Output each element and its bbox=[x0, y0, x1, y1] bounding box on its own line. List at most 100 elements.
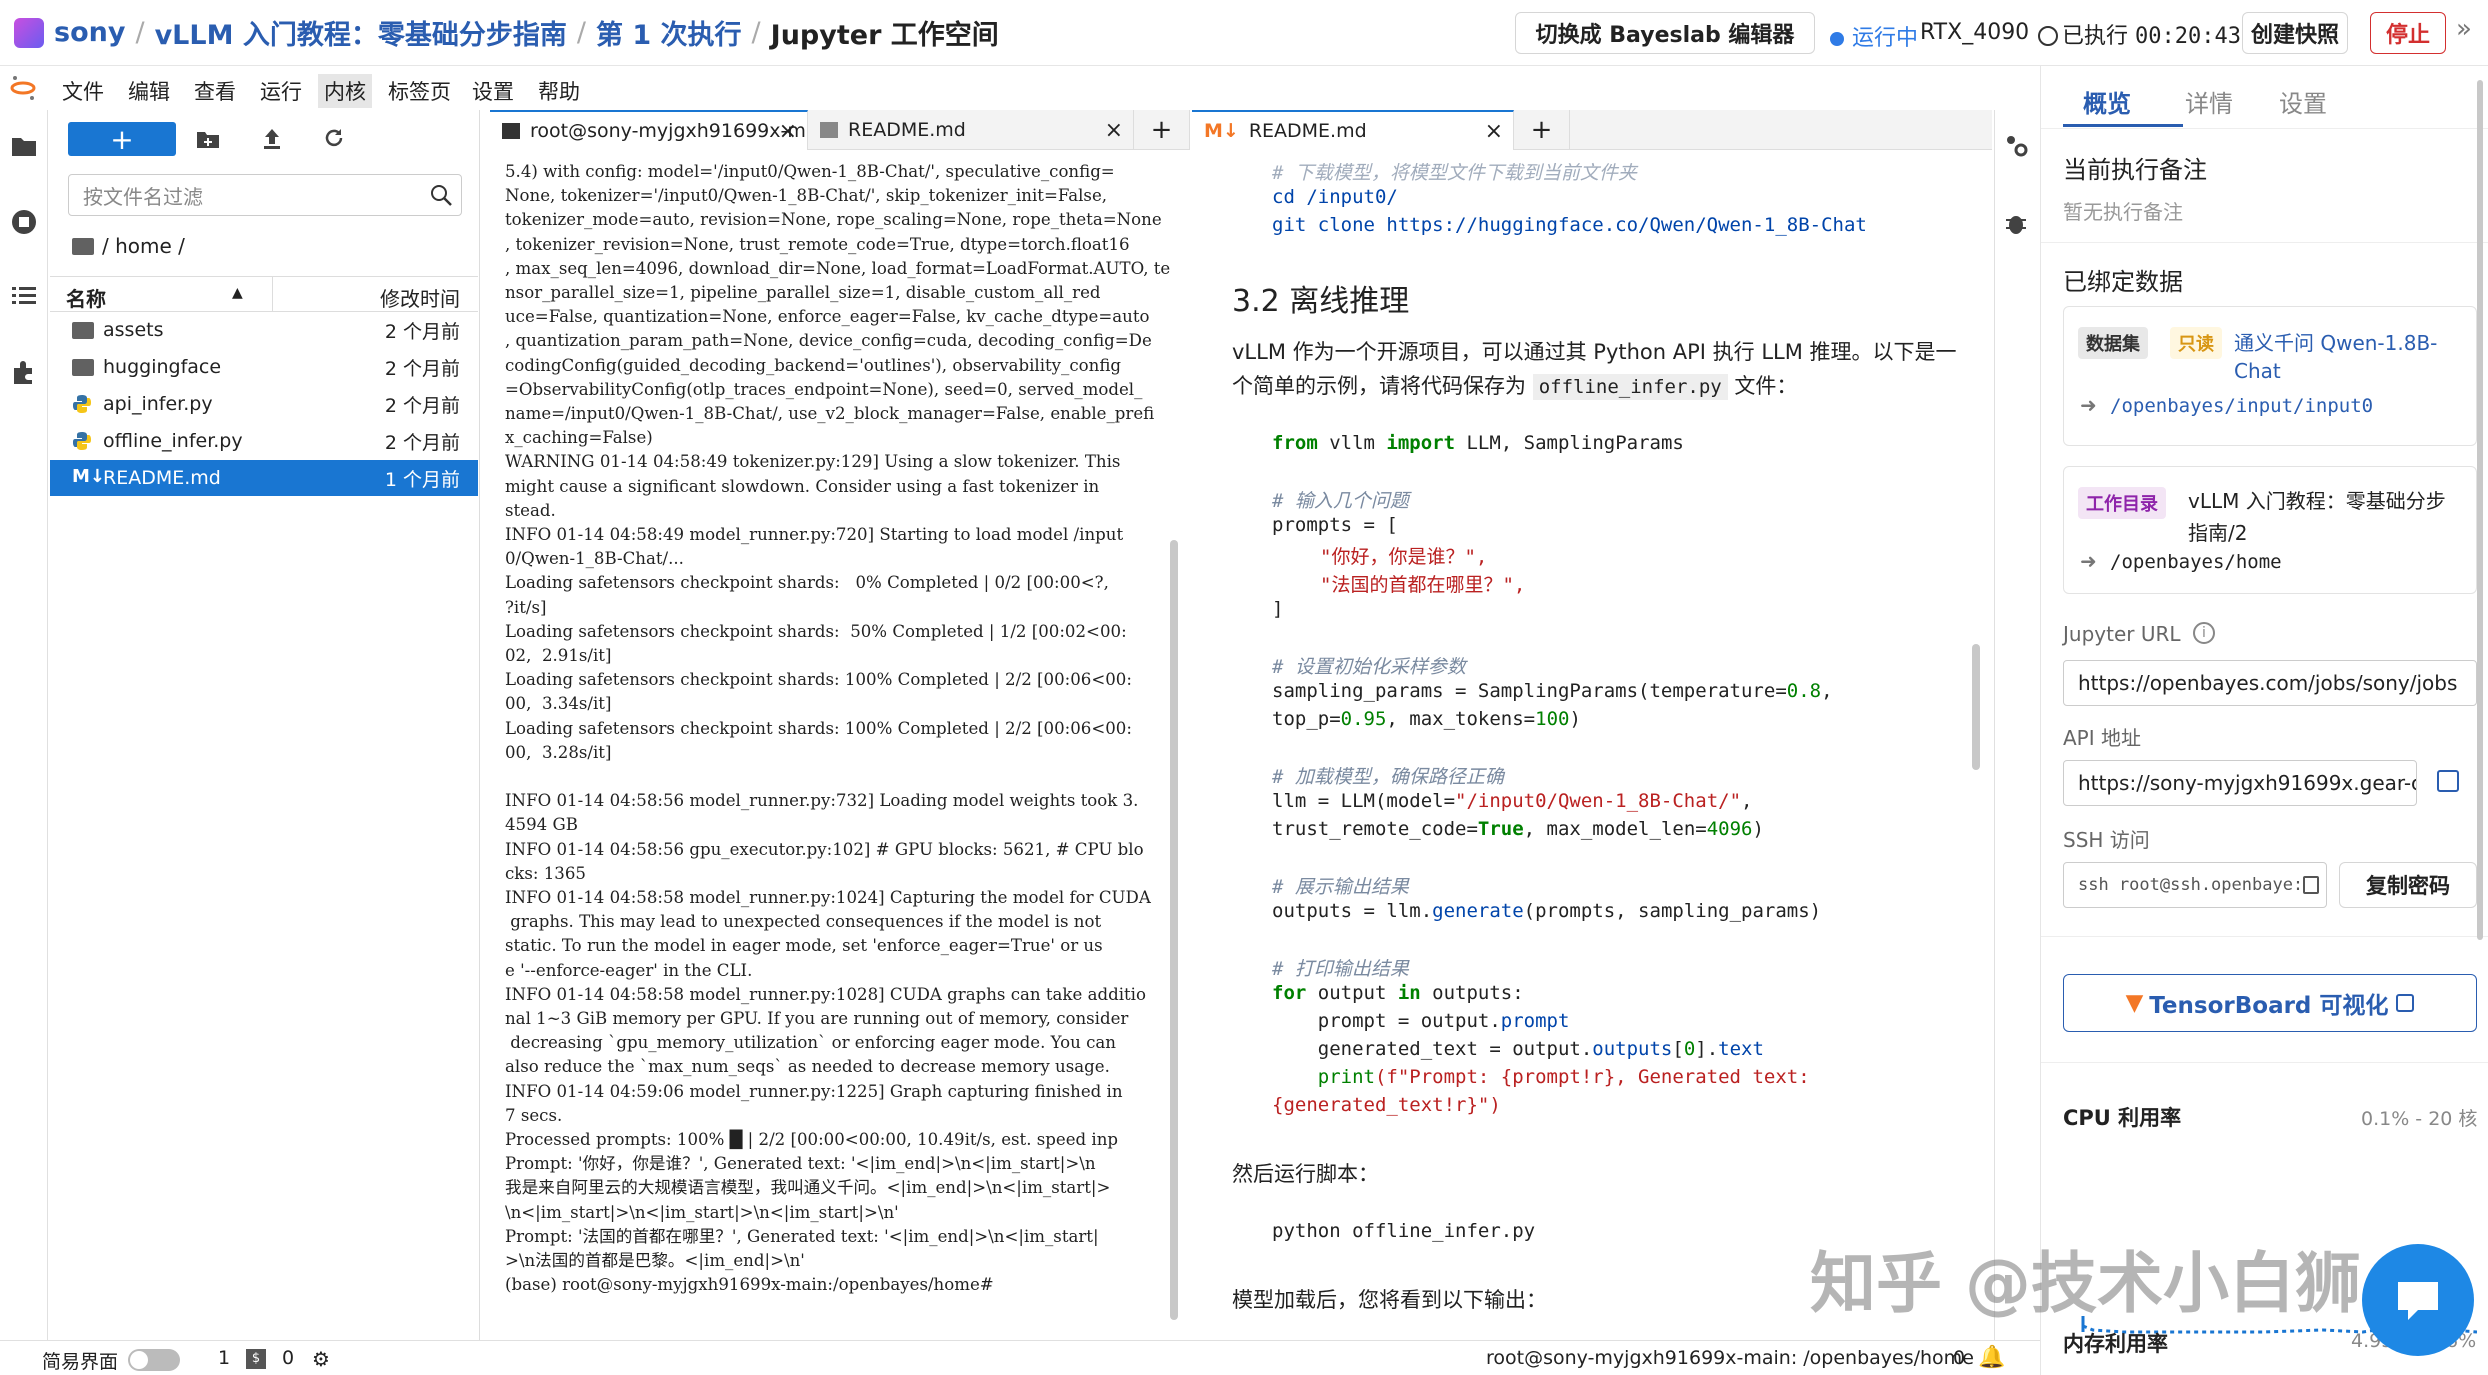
menu-kernel[interactable]: 内核 bbox=[318, 74, 372, 108]
file-modified: 2 个月前 bbox=[384, 320, 460, 343]
arrow-right-icon: ➜ bbox=[2080, 549, 2097, 573]
tab-details[interactable]: 详情 bbox=[2185, 84, 2233, 119]
ssh-command-field[interactable]: ssh root@ssh.openbaye: bbox=[2063, 862, 2327, 908]
code-comment: # 加载模型，确保路径正确 bbox=[1272, 766, 1504, 788]
close-icon[interactable]: × bbox=[1105, 118, 1123, 143]
code-line: llm = LLM(model="/input0/Qwen-1_8B-Chat/… bbox=[1272, 790, 1752, 812]
terminal-line: nal 1~3 GiB memory per GPU. If you are r… bbox=[505, 1009, 1129, 1028]
markdown-scrollbar[interactable] bbox=[1972, 644, 1980, 770]
menu-help[interactable]: 帮助 bbox=[532, 74, 586, 108]
collapse-panel-icon[interactable]: » bbox=[2456, 14, 2472, 44]
bell-icon[interactable]: 🔔 bbox=[1978, 1345, 2005, 1370]
file-filter-input[interactable]: 按文件名过滤 bbox=[68, 174, 462, 216]
panel-scrollbar[interactable] bbox=[2477, 80, 2483, 940]
copy-icon[interactable] bbox=[2303, 876, 2319, 894]
terminal-line: WARNING 01-14 04:58:49 tokenizer.py:129]… bbox=[505, 452, 1121, 472]
menu-tabs[interactable]: 标签页 bbox=[382, 74, 457, 108]
chat-support-button[interactable] bbox=[2362, 1244, 2474, 1356]
tab-overview[interactable]: 概览 bbox=[2083, 84, 2131, 119]
menu-view[interactable]: 查看 bbox=[188, 74, 242, 108]
markdown-icon: M↓ bbox=[72, 466, 105, 487]
workdir-name[interactable]: vLLM 入门教程：零基础分步 bbox=[2188, 485, 2446, 514]
jupyter-url-field[interactable]: https://openbayes.com/jobs/sony/jobs bbox=[2063, 660, 2477, 706]
run-status-label: 运行中 bbox=[1852, 26, 1919, 51]
running-kernels-icon[interactable] bbox=[10, 208, 38, 236]
paragraph: vLLM 作为一个开源项目，可以通过其 Python API 执行 LLM 推理… bbox=[1232, 340, 1957, 364]
code-token: top_p= bbox=[1272, 708, 1341, 730]
kernels-count[interactable]: 0 bbox=[282, 1347, 294, 1369]
terminal-line: static. To run the model in eager mode, … bbox=[505, 936, 1103, 956]
code-token: generated_text = output. bbox=[1272, 1038, 1593, 1060]
file-row[interactable]: huggingface 2 个月前 bbox=[50, 349, 478, 385]
column-modified[interactable]: 修改时间 bbox=[380, 283, 460, 312]
new-launcher-button[interactable]: + bbox=[68, 122, 176, 156]
breadcrumb-user[interactable]: sony bbox=[54, 17, 125, 48]
code-line: sampling_params = SamplingParams(tempera… bbox=[1272, 680, 1833, 702]
dataset-card[interactable]: 数据集 只读 通义千问 Qwen-1.8B- Chat ➜ /openbayes… bbox=[2063, 306, 2477, 446]
dataset-name[interactable]: 通义千问 Qwen-1.8B- bbox=[2234, 327, 2437, 356]
terminal-output[interactable]: 5.4) with config: model='/input0/Qwen-1_… bbox=[490, 150, 1180, 1335]
menu-file[interactable]: 文件 bbox=[56, 74, 110, 108]
refresh-icon[interactable] bbox=[322, 126, 346, 150]
create-snapshot-button[interactable]: 创建快照 bbox=[2242, 12, 2348, 54]
dataset-name-line2[interactable]: Chat bbox=[2234, 359, 2281, 383]
breadcrumb-execution[interactable]: 第 1 次执行 bbox=[596, 13, 742, 52]
bound-data-title: 已绑定数据 bbox=[2063, 268, 2183, 296]
code-token: outputs = llm. bbox=[1272, 900, 1433, 922]
folder-icon bbox=[72, 358, 94, 376]
divider bbox=[2041, 1062, 2488, 1063]
tab-settings[interactable]: 设置 bbox=[2279, 84, 2327, 119]
add-tab-button[interactable]: + bbox=[1514, 110, 1570, 150]
copy-password-button[interactable]: 复制密码 bbox=[2339, 862, 2477, 908]
menu-settings[interactable]: 设置 bbox=[466, 74, 520, 108]
workdir-name-line2[interactable]: 指南/2 bbox=[2188, 517, 2247, 546]
close-icon[interactable]: × bbox=[1485, 119, 1503, 144]
menu-edit[interactable]: 编辑 bbox=[122, 74, 176, 108]
api-url-field[interactable]: https://sony-myjgxh91699x.gear-c bbox=[2063, 760, 2417, 806]
file-row[interactable]: assets 2 个月前 bbox=[50, 312, 478, 348]
info-icon[interactable]: i bbox=[2193, 622, 2215, 644]
terminal-line: INFO 01-14 04:58:56 model_runner.py:732]… bbox=[505, 791, 1139, 811]
tab-readme[interactable]: M↓ README.md × bbox=[1192, 110, 1514, 150]
extensions-icon[interactable] bbox=[10, 358, 38, 386]
column-name[interactable]: 名称 bbox=[66, 283, 106, 312]
tab-readme[interactable]: README.md × bbox=[808, 110, 1134, 150]
debugger-icon[interactable] bbox=[2003, 210, 2029, 236]
terminals-count[interactable]: 1 bbox=[218, 1347, 230, 1369]
upload-icon[interactable] bbox=[260, 126, 284, 150]
left-activity-bar bbox=[0, 110, 48, 1340]
add-tab-button[interactable]: + bbox=[1134, 110, 1190, 150]
switch-editor-button[interactable]: 切换成 Bayeslab 编辑器 bbox=[1515, 12, 1815, 54]
watermark: 知乎 @技术小白狮 bbox=[1810, 1245, 2361, 1322]
code-line: prompts = [ bbox=[1272, 514, 1398, 536]
code-line: prompt = output.prompt bbox=[1272, 1010, 1570, 1032]
code-token: , max_model_len= bbox=[1523, 818, 1707, 840]
breadcrumb-project[interactable]: vLLM 入门教程：零基础分步指南 bbox=[155, 13, 567, 52]
table-of-contents-icon[interactable] bbox=[10, 282, 38, 310]
property-inspector-icon[interactable] bbox=[2003, 132, 2029, 158]
code-token: generate bbox=[1432, 900, 1524, 922]
terminal-icon: $ bbox=[246, 1349, 266, 1369]
settings-gear-icon[interactable]: ⚙ bbox=[312, 1347, 330, 1371]
terminal-line: INFO 01-14 04:58:56 gpu_executor.py:102]… bbox=[505, 839, 1144, 859]
code-token: llm = LLM(model= bbox=[1272, 790, 1456, 812]
tab-terminal[interactable]: root@sony-myjgxh91699x-m × bbox=[490, 110, 808, 150]
tensorboard-icon: ▼ bbox=[2125, 990, 2144, 1016]
simple-mode-label: 简易界面 bbox=[42, 1351, 119, 1373]
workdir-card[interactable]: 工作目录 vLLM 入门教程：零基础分步 指南/2 ➜ /openbayes/h… bbox=[2063, 466, 2477, 594]
code-token: from bbox=[1272, 432, 1318, 454]
folder-icon[interactable] bbox=[10, 132, 38, 160]
menu-run[interactable]: 运行 bbox=[254, 74, 308, 108]
open-external-icon[interactable] bbox=[2437, 770, 2459, 792]
simple-mode-toggle[interactable] bbox=[128, 1349, 180, 1371]
file-row-selected[interactable]: M↓ README.md 1 个月前 bbox=[50, 460, 478, 496]
tensorboard-button[interactable]: ▼ TensorBoard 可视化 bbox=[2063, 974, 2477, 1032]
jupyter-url-label: Jupyter URL bbox=[2063, 622, 2181, 646]
file-row[interactable]: api_infer.py 2 个月前 bbox=[50, 386, 478, 422]
file-row[interactable]: offline_infer.py 2 个月前 bbox=[50, 423, 478, 459]
close-icon[interactable]: × bbox=[779, 119, 797, 144]
terminal-scrollbar[interactable] bbox=[1170, 540, 1178, 1320]
stop-button[interactable]: 停止 bbox=[2370, 12, 2446, 54]
new-folder-icon[interactable] bbox=[196, 128, 220, 150]
current-path[interactable]: / home / bbox=[102, 234, 185, 258]
